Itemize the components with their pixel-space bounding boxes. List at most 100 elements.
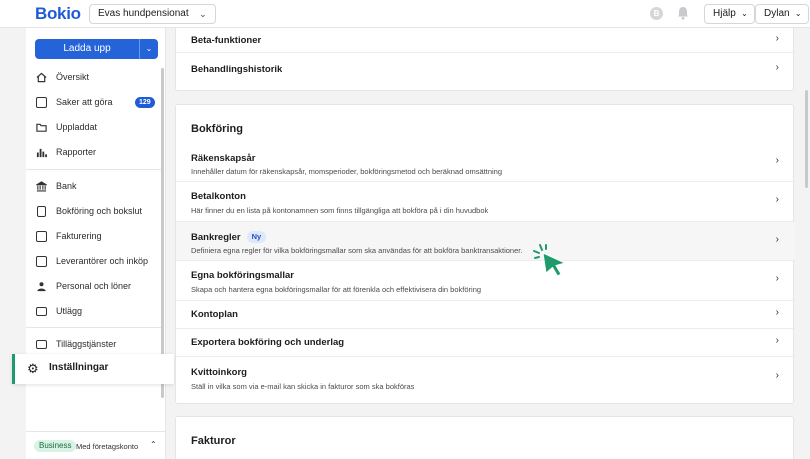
- row-title: Exportera bokföring och underlag: [191, 337, 345, 348]
- chevron-right-icon: ›: [775, 33, 779, 44]
- supplier-icon: [36, 256, 47, 267]
- row-description: Innehåller datum för räkenskapsår, momsp…: [191, 167, 503, 176]
- chevron-right-icon: ›: [775, 234, 779, 245]
- sidebar-item-label: Utlägg: [56, 306, 83, 316]
- chevron-right-icon: ›: [775, 273, 779, 284]
- person-icon: [37, 282, 46, 292]
- sidebar: Ladda upp ⌄ Översikt Saker att göra 129 …: [12, 28, 174, 459]
- chevron-right-icon: ›: [775, 307, 779, 318]
- new-badge: Ny: [246, 231, 267, 243]
- sidebar-item-tillaggstjanster[interactable]: Tilläggstjänster: [26, 334, 161, 356]
- chevron-down-icon: ⌄: [741, 9, 748, 18]
- user-label: Dylan: [764, 8, 790, 19]
- company-selector[interactable]: Evas hundpensionat ⌄: [89, 4, 216, 24]
- divider: [26, 327, 162, 328]
- upload-button[interactable]: Ladda upp ⌄: [35, 39, 158, 59]
- sidebar-item-label: Bank: [56, 181, 77, 191]
- plan-subtitle: Med företagskonto: [76, 442, 139, 451]
- sidebar-item-label: Fakturering: [56, 231, 102, 241]
- row-title: Kontoplan: [191, 309, 238, 320]
- row-title: Egna bokföringsmallar: [191, 270, 294, 281]
- row-title: Beta-funktioner: [191, 35, 262, 46]
- chevron-right-icon: ›: [775, 370, 779, 381]
- home-icon: [36, 72, 47, 83]
- addon-icon: [36, 340, 47, 349]
- settings-row-kvittoinkorg[interactable]: Kvittoinkorg Ställ in vilka som via e-ma…: [176, 357, 795, 403]
- settings-row-kontoplan[interactable]: Kontoplan ›: [176, 301, 795, 329]
- chevron-right-icon: ›: [775, 62, 779, 73]
- sidebar-item-bokforing[interactable]: Bokföring och bokslut: [26, 201, 161, 223]
- plan-badge: Business: [34, 440, 77, 452]
- row-title: Kvittoinkorg: [191, 367, 247, 378]
- row-description: Här finner du en lista på kontonamnen so…: [191, 206, 489, 215]
- sidebar-item-leverantorer[interactable]: Leverantörer och inköp: [26, 251, 161, 273]
- sidebar-item-bank[interactable]: Bank: [26, 176, 161, 198]
- main-scrollbar[interactable]: [805, 90, 808, 188]
- sidebar-item-rapporter[interactable]: Rapporter: [26, 142, 161, 164]
- settings-row-egna-mallar[interactable]: Egna bokföringsmallar Skapa och hantera …: [176, 261, 795, 301]
- user-menu-button[interactable]: Dylan ⌄: [755, 4, 809, 24]
- chevron-right-icon: ›: [775, 194, 779, 205]
- bell-icon[interactable]: [677, 6, 689, 20]
- settings-row-beta[interactable]: Beta-funktioner ›: [176, 28, 795, 53]
- settings-row-bankregler[interactable]: Bankregler Ny Definiera egna regler för v…: [176, 222, 795, 261]
- row-title: Betalkonton: [191, 191, 246, 202]
- row-description: Definiera egna regler för vilka bokförin…: [191, 246, 523, 255]
- section-title: Fakturor: [191, 435, 236, 447]
- sidebar-item-oversikt[interactable]: Översikt: [26, 67, 161, 89]
- sidebar-item-label: Tilläggstjänster: [56, 339, 117, 349]
- help-label: Hjälp: [713, 8, 736, 19]
- card-icon: [36, 307, 47, 316]
- todo-icon: [36, 97, 47, 108]
- row-title: Bankregler Ny: [191, 231, 267, 243]
- sidebar-item-label: Leverantörer och inköp: [56, 256, 149, 266]
- sidebar-item-label: Personal och löner: [56, 281, 132, 291]
- chevron-right-icon: ›: [775, 335, 779, 346]
- sidebar-item-label: Översikt: [56, 72, 90, 82]
- sidebar-item-uppladdat[interactable]: Uppladdat: [26, 117, 161, 139]
- row-title: Behandlingshistorik: [191, 64, 283, 75]
- settings-row-rakenskapsar[interactable]: Räkenskapsår Innehåller datum för räkens…: [176, 143, 795, 182]
- row-title: Räkenskapsår: [191, 153, 256, 164]
- top-bar: Bokio Evas hundpensionat ⌄ B Hjälp ⌄ Dyl…: [0, 0, 810, 28]
- sidebar-item-fakturering[interactable]: Fakturering: [26, 226, 161, 248]
- chart-icon: [36, 148, 47, 158]
- sidebar-item-label: Uppladdat: [56, 122, 98, 132]
- company-name: Evas hundpensionat: [98, 8, 189, 19]
- folder-icon: [36, 123, 47, 132]
- chevron-down-icon: ⌄: [794, 9, 802, 18]
- sidebar-item-installningar[interactable]: ⚙ Inställningar: [12, 354, 174, 384]
- settings-card-misc: Beta-funktioner › Behandlingshistorik ›: [175, 28, 795, 91]
- settings-card-bokforing: Bokföring Räkenskapsår Innehåller datum …: [175, 104, 795, 404]
- settings-row-exportera[interactable]: Exportera bokföring och underlag ›: [176, 329, 795, 357]
- section-title: Bokföring: [191, 123, 243, 135]
- sidebar-item-utlagg[interactable]: Utlägg: [26, 301, 161, 323]
- sidebar-item-label: Inställningar: [49, 362, 109, 373]
- divider: [26, 169, 162, 170]
- todo-count-badge: 129: [135, 97, 155, 108]
- sidebar-item-label: Rapporter: [56, 147, 97, 157]
- cursor-icon: [533, 244, 567, 277]
- settings-card-fakturor: Fakturor: [175, 416, 794, 459]
- chevron-down-icon: ⌄: [199, 9, 207, 19]
- sidebar-item-label: Bokföring och bokslut: [56, 206, 143, 216]
- sidebar-item-saker-att-gora[interactable]: Saker att göra 129: [26, 92, 161, 114]
- upload-dropdown-icon[interactable]: ⌄: [139, 39, 158, 59]
- coin-icon[interactable]: B: [650, 7, 663, 20]
- sidebar-scrollbar[interactable]: [161, 68, 164, 398]
- row-description: Ställ in vilka som via e-mail kan skicka…: [191, 382, 415, 391]
- settings-row-behandlingshistorik[interactable]: Behandlingshistorik ›: [176, 53, 795, 90]
- bokio-logo[interactable]: Bokio: [35, 4, 81, 24]
- upload-label: Ladda upp: [63, 43, 111, 54]
- ledger-icon: [37, 206, 46, 217]
- bank-icon: [36, 181, 47, 192]
- invoice-icon: [36, 231, 47, 242]
- sidebar-item-personal[interactable]: Personal och löner: [26, 276, 161, 298]
- chevron-up-icon: ⌃: [150, 440, 157, 449]
- row-title-text: Bankregler: [191, 232, 241, 243]
- settings-row-betalkonton[interactable]: Betalkonton Här finner du en lista på ko…: [176, 182, 795, 222]
- help-button[interactable]: Hjälp ⌄: [704, 4, 755, 24]
- plan-switcher[interactable]: Business Med företagskonto ⌃: [26, 431, 166, 459]
- chevron-right-icon: ›: [775, 155, 779, 166]
- sidebar-item-label: Saker att göra: [56, 97, 113, 107]
